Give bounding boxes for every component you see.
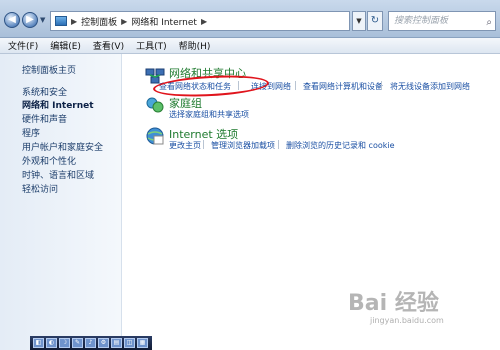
tray-icon[interactable]: ♪	[85, 338, 96, 348]
watermark-logo: Bai 经验	[348, 291, 439, 316]
link-divider	[381, 81, 382, 90]
sidebar: 控制面板主页 系统和安全 网络和 Internet 硬件和声音 程序 用户帐户和…	[0, 54, 122, 350]
address-bar-area: ◀ ▶ ▼ ▶ 控制面板 ▶ 网络和 Internet ▶ ▼ ↻ 搜索控制面板…	[0, 0, 500, 38]
link-delete-browsing-history[interactable]: 删除浏览的历史记录和 cookie	[286, 140, 395, 151]
breadcrumb-control-panel[interactable]: 控制面板	[81, 15, 117, 28]
link-change-homepage[interactable]: 更改主页	[169, 140, 201, 151]
tray-icon[interactable]: ▤	[111, 338, 122, 348]
tray-icon[interactable]: ◧	[33, 338, 44, 348]
link-view-network-computers[interactable]: 查看网络计算机和设备	[303, 81, 383, 92]
tray-icon[interactable]: ▦	[137, 338, 148, 348]
sidebar-item-hardware-sound[interactable]: 硬件和声音	[22, 112, 67, 125]
sidebar-item-user-accounts[interactable]: 用户帐户和家庭安全	[22, 140, 103, 153]
taskbar-strip: ◧ ◐ ☽ ✎ ♪ ⚙ ▤ ◫ ▦	[30, 336, 152, 350]
menu-edit[interactable]: 编辑(E)	[50, 39, 81, 52]
link-divider	[295, 81, 296, 90]
search-placeholder: 搜索控制面板	[394, 16, 449, 26]
sidebar-item-network-internet[interactable]: 网络和 Internet	[22, 98, 94, 111]
address-dropdown-button[interactable]: ▼	[352, 11, 366, 31]
search-input[interactable]: 搜索控制面板 ⌕	[388, 11, 496, 31]
control-panel-icon	[55, 16, 67, 26]
recent-pages-dropdown-icon[interactable]: ▼	[40, 16, 48, 24]
menu-help[interactable]: 帮助(H)	[179, 39, 211, 52]
sidebar-item-clock-language-region[interactable]: 时钟、语言和区域	[22, 168, 94, 181]
control-panel-window: ◀ ▶ ▼ ▶ 控制面板 ▶ 网络和 Internet ▶ ▼ ↻ 搜索控制面板…	[0, 0, 500, 350]
search-icon[interactable]: ⌕	[486, 14, 492, 32]
chevron-right-icon[interactable]: ▶	[121, 17, 127, 26]
refresh-button[interactable]: ↻	[367, 11, 383, 31]
menu-file[interactable]: 文件(F)	[8, 39, 38, 52]
watermark-url: jingyan.baidu.com	[370, 316, 444, 325]
chevron-right-icon[interactable]: ▶	[201, 17, 207, 26]
address-field[interactable]: ▶ 控制面板 ▶ 网络和 Internet ▶	[50, 11, 350, 31]
sidebar-item-programs[interactable]: 程序	[22, 126, 40, 139]
tray-icon[interactable]: ⚙	[98, 338, 109, 348]
link-divider	[203, 140, 204, 149]
tray-icon[interactable]: ◐	[46, 338, 57, 348]
breadcrumb-network-internet[interactable]: 网络和 Internet	[131, 15, 197, 28]
sidebar-item-control-panel-home[interactable]: 控制面板主页	[22, 63, 76, 76]
link-add-wireless-device[interactable]: 将无线设备添加到网络	[390, 81, 470, 92]
forward-button[interactable]: ▶	[22, 12, 38, 28]
internet-options-icon	[146, 127, 164, 145]
chevron-right-icon[interactable]: ▶	[71, 17, 77, 26]
link-homegroup-sharing-options[interactable]: 选择家庭组和共享选项	[169, 109, 249, 120]
sidebar-item-appearance[interactable]: 外观和个性化	[22, 154, 76, 167]
menu-tools[interactable]: 工具(T)	[136, 39, 167, 52]
homegroup-icon	[146, 97, 164, 113]
tray-icon[interactable]: ◫	[124, 338, 135, 348]
menu-view[interactable]: 查看(V)	[93, 39, 124, 52]
menu-bar: 文件(F) 编辑(E) 查看(V) 工具(T) 帮助(H)	[0, 38, 500, 54]
back-button[interactable]: ◀	[4, 12, 20, 28]
sidebar-item-system-security[interactable]: 系统和安全	[22, 85, 67, 98]
tray-icon[interactable]: ☽	[59, 338, 70, 348]
link-divider	[278, 140, 279, 149]
link-manage-browser-addons[interactable]: 管理浏览器加载项	[211, 140, 275, 151]
sidebar-item-ease-of-access[interactable]: 轻松访问	[22, 182, 58, 195]
tray-icon[interactable]: ✎	[72, 338, 83, 348]
main-content: 网络和共享中心 查看网络状态和任务 连接到网络 查看网络计算机和设备 将无线设备…	[123, 54, 500, 350]
